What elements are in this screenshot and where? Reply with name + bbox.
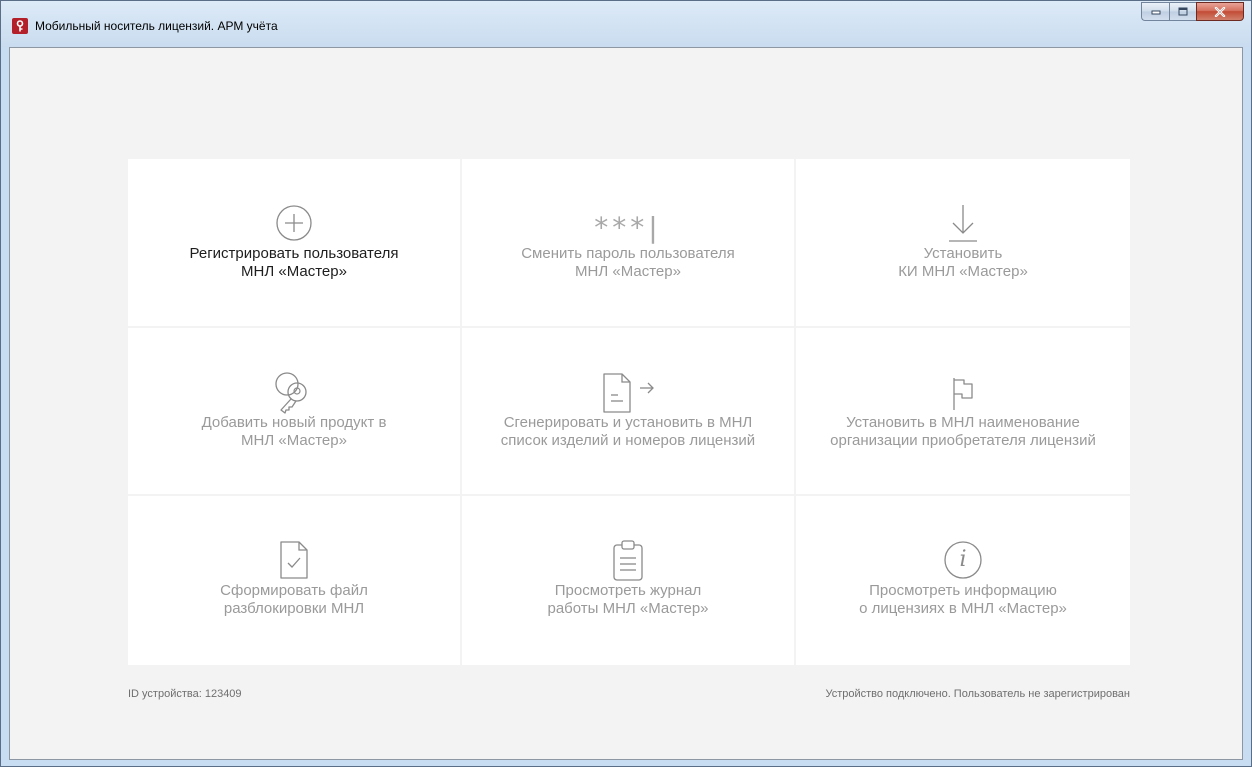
window-title: Мобильный носитель лицензий. АРМ учёта: [35, 19, 278, 33]
info-letter: i: [959, 547, 967, 572]
maximize-icon: [1178, 7, 1188, 16]
close-icon: [1214, 6, 1226, 17]
download-arrow-icon: [943, 203, 983, 243]
keys-icon: [274, 372, 314, 414]
tile-register-user[interactable]: Регистрировать пользователя МНЛ «Мастер»: [128, 159, 462, 328]
tile-view-license-info[interactable]: i Просмотреть информацию о лицензиях в М…: [796, 496, 1130, 665]
password-asterisks-icon: ***|: [594, 203, 657, 243]
connection-status-text: Устройство подключено. Пользователь не з…: [825, 688, 1130, 700]
password-asterisks-text: ***|: [594, 211, 662, 244]
minimize-button[interactable]: [1141, 2, 1169, 21]
clipboard-icon: [608, 540, 648, 581]
tile-set-organization[interactable]: Установить в МНЛ наименование организаци…: [796, 328, 1130, 496]
tile-label: Сменить пароль пользователя МНЛ «Мастер»: [521, 245, 735, 280]
tile-label: Сгенерировать и установить в МНЛ список …: [500, 414, 756, 449]
tile-label: Сформировать файл разблокировки МНЛ: [220, 582, 368, 617]
window-controls: [1141, 2, 1244, 21]
tile-change-password[interactable]: ***| Сменить пароль пользователя МНЛ «Ма…: [462, 159, 796, 328]
tile-view-log[interactable]: Просмотреть журнал работы МНЛ «Мастер»: [462, 496, 796, 665]
device-id-text: ID устройства: 123409: [128, 688, 242, 700]
minimize-icon: [1151, 10, 1160, 14]
tile-label: Добавить новый продукт в МНЛ «Мастер»: [201, 414, 387, 449]
tile-label: Просмотреть информацию о лицензиях в МНЛ…: [859, 582, 1067, 617]
tile-label: Установить в МНЛ наименование организаци…: [830, 414, 1096, 449]
plus-circle-icon: [274, 203, 314, 243]
title-bar[interactable]: Мобильный носитель лицензий. АРМ учёта: [1, 1, 1251, 47]
flag-icon: [943, 372, 983, 412]
tile-label: Установить КИ МНЛ «Мастер»: [898, 245, 1028, 280]
tile-generate-list[interactable]: Сгенерировать и установить в МНЛ список …: [462, 328, 796, 496]
tile-label: Регистрировать пользователя МНЛ «Мастер»: [189, 245, 399, 280]
tile-add-product[interactable]: Добавить новый продукт в МНЛ «Мастер»: [128, 328, 462, 496]
maximize-button[interactable]: [1169, 2, 1196, 21]
document-arrow-icon: [603, 372, 654, 413]
tile-install-ki[interactable]: Установить КИ МНЛ «Мастер»: [796, 159, 1130, 328]
app-window: Мобильный носитель лицензий. АРМ учёта Р…: [0, 0, 1252, 767]
info-circle-icon: i: [943, 540, 983, 580]
close-button[interactable]: [1196, 2, 1244, 21]
client-area: Регистрировать пользователя МНЛ «Мастер»…: [9, 47, 1243, 760]
action-grid: Регистрировать пользователя МНЛ «Мастер»…: [128, 159, 1130, 665]
app-key-icon: [12, 18, 28, 34]
tile-unlock-file[interactable]: Сформировать файл разблокировки МНЛ: [128, 496, 462, 665]
tile-label: Просмотреть журнал работы МНЛ «Мастер»: [547, 582, 709, 617]
document-check-icon: [274, 540, 314, 580]
